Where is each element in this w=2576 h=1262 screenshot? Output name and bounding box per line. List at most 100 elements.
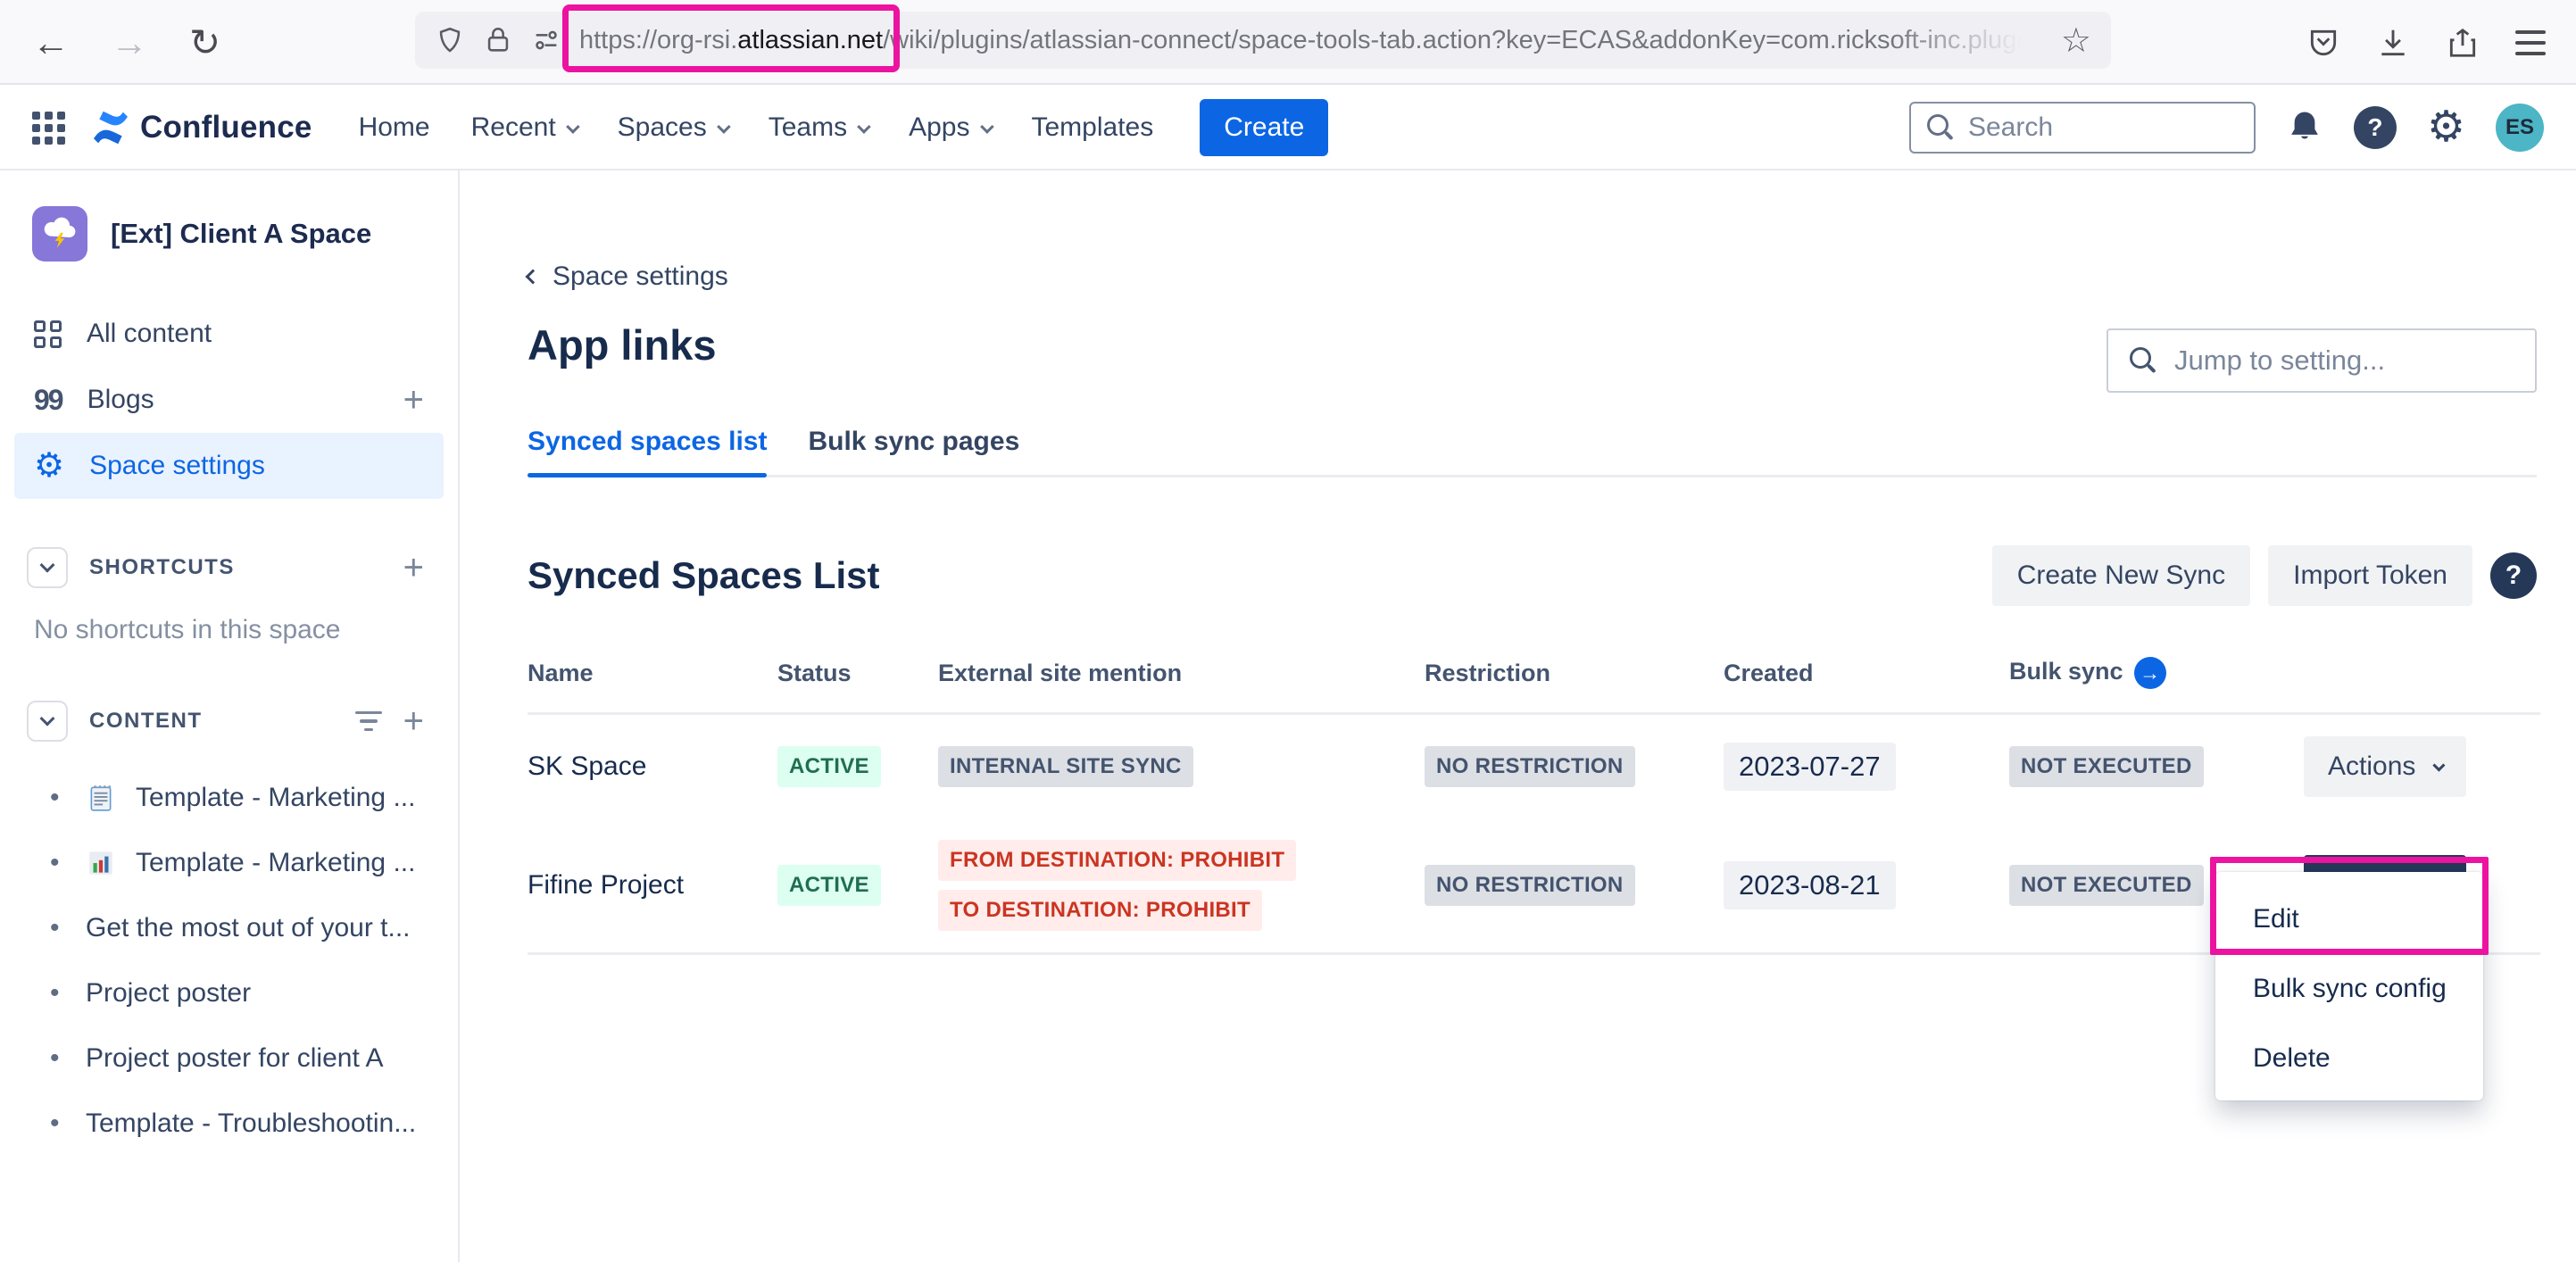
chevron-down-icon xyxy=(717,120,731,134)
notifications-bell-icon[interactable] xyxy=(2286,109,2323,146)
app-switcher-icon[interactable] xyxy=(32,112,65,145)
url-protocol-host: https://org-rsi. xyxy=(579,26,737,54)
nav-home[interactable]: Home xyxy=(359,112,430,143)
nav-apps[interactable]: Apps xyxy=(909,112,990,143)
breadcrumb[interactable]: Space settings xyxy=(528,262,728,292)
url-text[interactable]: https://org-rsi.atlassian.net/wiki/plugi… xyxy=(579,26,2036,55)
shield-icon[interactable] xyxy=(435,25,465,55)
add-blog-icon[interactable]: + xyxy=(403,380,424,420)
col-header-status: Status xyxy=(777,660,938,687)
bullet: • xyxy=(50,1108,66,1139)
space-header[interactable]: [Ext] Client A Space xyxy=(0,206,458,262)
sidebar-item-label: All content xyxy=(87,319,212,349)
permissions-icon[interactable] xyxy=(531,25,561,55)
content-tree: • Template - Marketing ... • Template - … xyxy=(0,765,458,1156)
chevron-down-icon xyxy=(980,120,994,134)
content-item-label: Get the most out of your t... xyxy=(86,913,411,943)
menu-item-edit[interactable]: Edit xyxy=(2215,884,2483,954)
search-input[interactable] xyxy=(1968,112,2238,143)
create-new-sync-button[interactable]: Create New Sync xyxy=(1992,545,2250,606)
space-name: [Ext] Client A Space xyxy=(111,218,371,250)
blogs-quote-icon: 99 xyxy=(34,384,62,417)
content-item-label: Template - Marketing ... xyxy=(136,848,415,878)
chevron-down-icon xyxy=(2433,760,2446,772)
content-item[interactable]: • Template - Marketing ... xyxy=(0,765,458,830)
help-icon[interactable]: ? xyxy=(2354,106,2397,149)
tab-bar: Synced spaces list Bulk sync pages xyxy=(528,427,2537,477)
bullet: • xyxy=(50,978,66,1009)
content-item[interactable]: • Project poster xyxy=(0,960,458,1025)
add-content-icon[interactable]: + xyxy=(403,702,424,742)
nav-recent[interactable]: Recent xyxy=(471,112,577,143)
bar-chart-icon xyxy=(86,848,116,878)
nav-teams[interactable]: Teams xyxy=(769,112,868,143)
sidebar-item-all-content[interactable]: All content xyxy=(0,301,458,367)
browser-menu-icon[interactable] xyxy=(2515,30,2546,55)
nav-templates[interactable]: Templates xyxy=(1032,112,1154,143)
menu-item-delete[interactable]: Delete xyxy=(2215,1024,2483,1093)
nav-spaces[interactable]: Spaces xyxy=(618,112,727,143)
bulk-sync-badge: NOT EXECUTED xyxy=(2009,865,2204,906)
share-icon[interactable] xyxy=(2446,26,2480,60)
space-sidebar: [Ext] Client A Space All content 99 Blog… xyxy=(0,170,460,1262)
content-item-label: Template - Troubleshootin... xyxy=(86,1108,416,1139)
content-item[interactable]: • Template - Troubleshootin... xyxy=(0,1091,458,1156)
browser-reload-button[interactable]: ↻ xyxy=(189,21,220,64)
lock-icon[interactable] xyxy=(483,25,513,55)
jump-to-setting-search[interactable] xyxy=(2107,328,2537,393)
content-item-label: Project poster for client A xyxy=(86,1043,384,1074)
address-bar[interactable]: https://org-rsi.atlassian.net/wiki/plugi… xyxy=(415,12,2111,69)
col-header-name: Name xyxy=(528,660,777,687)
section-title: Synced Spaces List xyxy=(528,554,880,597)
chevron-left-icon xyxy=(526,270,541,285)
import-token-button[interactable]: Import Token xyxy=(2268,545,2472,606)
filter-content-icon[interactable] xyxy=(355,711,382,732)
url-domain: atlassian.net xyxy=(737,26,883,54)
content-item[interactable]: • Get the most out of your t... xyxy=(0,895,458,960)
add-shortcut-icon[interactable]: + xyxy=(403,548,424,588)
created-date: 2023-08-21 xyxy=(1724,861,1896,909)
actions-button[interactable]: Actions xyxy=(2304,736,2466,797)
bullet: • xyxy=(50,913,66,943)
create-button[interactable]: Create xyxy=(1200,99,1328,156)
tab-synced-spaces-list[interactable]: Synced spaces list xyxy=(528,427,767,457)
browser-toolbar: ← → ↻ https://org-rsi.atlassian.net/wiki… xyxy=(0,0,2576,85)
jump-to-setting-input[interactable] xyxy=(2174,345,2514,377)
col-header-restriction: Restriction xyxy=(1425,660,1724,687)
bulk-sync-info-icon[interactable]: → xyxy=(2134,657,2166,689)
col-header-created: Created xyxy=(1724,660,2009,687)
pocket-icon[interactable] xyxy=(2306,26,2340,60)
restriction-badge: NO RESTRICTION xyxy=(1425,865,1635,906)
actions-label: Actions xyxy=(2328,751,2415,782)
content-item[interactable]: • Template - Marketing ... xyxy=(0,830,458,895)
browser-forward-button[interactable]: → xyxy=(111,21,148,64)
download-icon[interactable] xyxy=(2376,26,2410,60)
browser-back-button[interactable]: ← xyxy=(32,21,70,64)
sidebar-item-space-settings[interactable]: ⚙ Space settings xyxy=(14,433,444,499)
collapse-shortcuts-button[interactable] xyxy=(27,547,68,588)
content-item[interactable]: • Project poster for client A xyxy=(0,1025,458,1091)
product-name[interactable]: Confluence xyxy=(140,110,312,145)
search-icon xyxy=(1927,114,1954,141)
status-badge: ACTIVE xyxy=(777,865,881,906)
table-header-row: Name Status External site mention Restri… xyxy=(528,657,2540,715)
actions-dropdown-menu: Edit Bulk sync config Delete xyxy=(2215,872,2483,1100)
sidebar-item-blogs[interactable]: 99 Blogs + xyxy=(0,367,458,433)
created-date: 2023-07-27 xyxy=(1724,743,1896,791)
settings-gear-icon[interactable]: ⚙ xyxy=(2427,106,2465,149)
page-title: App links xyxy=(528,320,717,369)
global-search[interactable] xyxy=(1909,102,2256,154)
help-icon[interactable]: ? xyxy=(2490,552,2537,599)
user-avatar[interactable]: ES xyxy=(2496,104,2544,152)
row-name: SK Space xyxy=(528,751,777,782)
tab-bulk-sync-pages[interactable]: Bulk sync pages xyxy=(808,427,1019,457)
search-icon xyxy=(2130,347,2156,374)
col-header-mention: External site mention xyxy=(938,660,1425,687)
shortcuts-empty-text: No shortcuts in this space xyxy=(0,588,458,645)
collapse-content-button[interactable] xyxy=(27,701,68,742)
bookmark-star-icon[interactable]: ☆ xyxy=(2061,21,2091,61)
menu-item-bulk-sync-config[interactable]: Bulk sync config xyxy=(2215,954,2483,1024)
all-content-grid-icon xyxy=(34,320,62,348)
confluence-logo-icon[interactable] xyxy=(90,107,131,148)
bullet: • xyxy=(50,1043,66,1074)
